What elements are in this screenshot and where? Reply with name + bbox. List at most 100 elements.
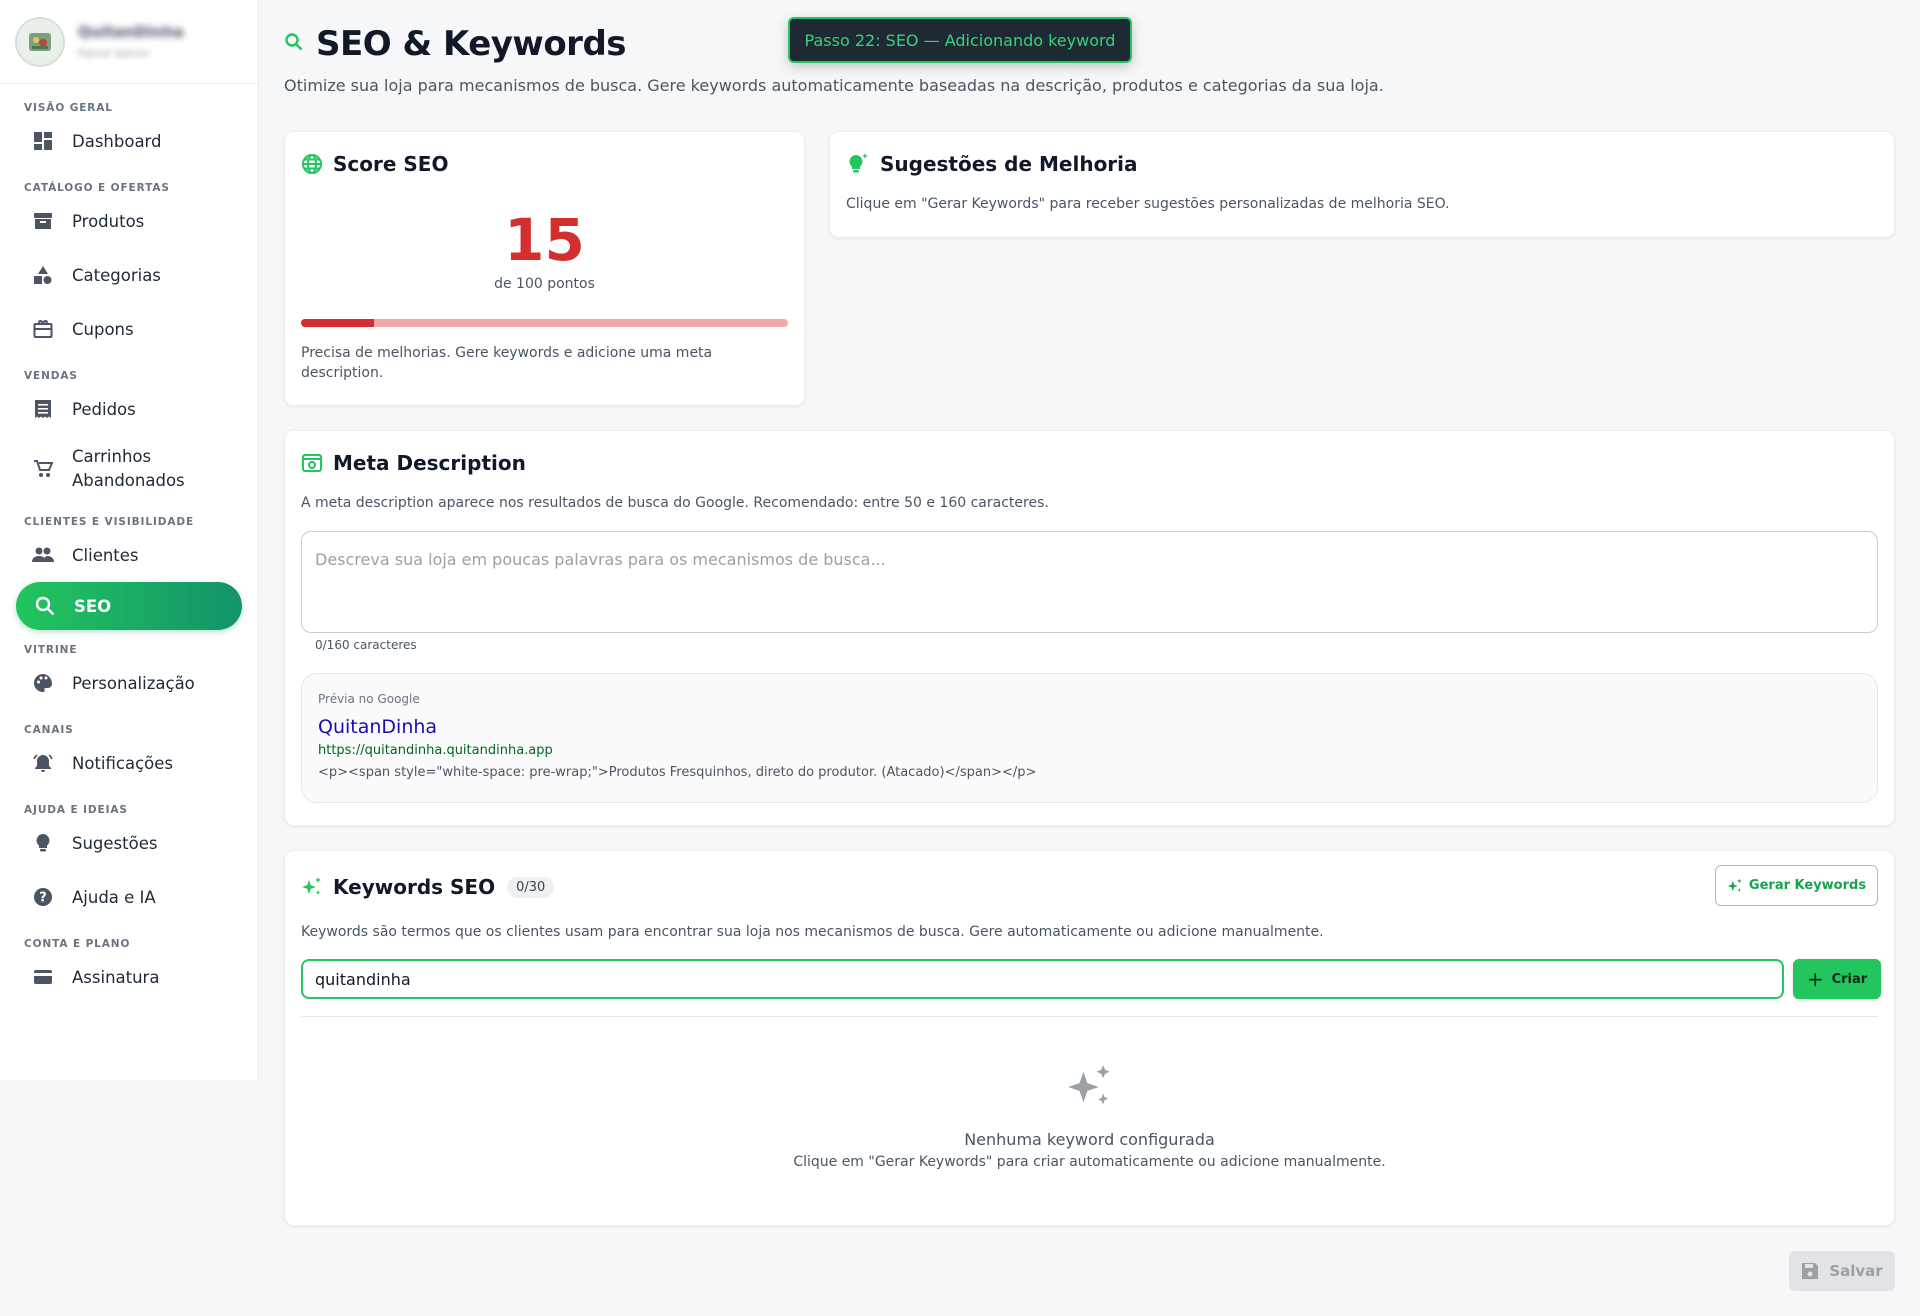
score-max-label: de 100 pontos xyxy=(494,276,595,292)
sidebar-item-ajuda[interactable]: ? Ajuda e IA xyxy=(0,870,258,924)
page-header: SEO & Keywords xyxy=(284,24,627,64)
meta-description-textarea[interactable]: Descreva sua loja em poucas palavras par… xyxy=(301,531,1878,633)
svg-text:?: ? xyxy=(39,891,47,906)
sidebar-item-carrinhos[interactable]: Carrinhos Abandonados xyxy=(0,436,258,502)
sidebar-item-label: Pedidos xyxy=(72,399,136,419)
search-icon xyxy=(284,32,304,56)
page-title: SEO & Keywords xyxy=(316,24,627,64)
sidebar-item-label: Clientes xyxy=(72,545,139,565)
sidebar-item-categorias[interactable]: Categorias xyxy=(0,248,258,302)
gift-card-icon xyxy=(32,318,54,340)
keyword-input[interactable]: quitandinha xyxy=(301,959,1784,999)
sparkles-icon xyxy=(1727,878,1743,894)
palette-icon xyxy=(32,672,54,694)
sidebar-item-label: Notificações xyxy=(72,753,173,773)
store-logo-icon xyxy=(15,16,65,67)
step-toast: Passo 22: SEO — Adicionando keyword xyxy=(788,17,1132,63)
people-icon xyxy=(32,544,54,566)
sidebar-item-label: Carrinhos xyxy=(72,447,152,466)
sidebar: QuitanDinha Painel Admin Visão Geral Das… xyxy=(0,0,259,1080)
section-label: Conta e Plano xyxy=(24,938,131,950)
bell-icon xyxy=(32,752,54,774)
sparkles-icon xyxy=(285,1063,1894,1111)
keywords-help: Keywords são termos que os clientes usam… xyxy=(301,924,1324,940)
store-name: QuitanDinha xyxy=(78,23,184,41)
meta-description-card: Meta Description A meta description apar… xyxy=(284,430,1895,826)
globe-icon xyxy=(301,153,323,175)
char-count: 0/160 caracteres xyxy=(315,638,417,652)
section-label: Vitrine xyxy=(24,644,78,656)
lightbulb-icon xyxy=(32,832,54,854)
sidebar-item-label: Sugestões xyxy=(72,833,158,853)
score-title: Score SEO xyxy=(333,152,449,176)
archive-icon xyxy=(32,210,54,232)
save-button[interactable]: Salvar xyxy=(1789,1251,1895,1291)
page-subtitle: Otimize sua loja para mecanismos de busc… xyxy=(284,76,1384,95)
sidebar-item-label: Ajuda e IA xyxy=(72,887,156,907)
credit-card-icon xyxy=(32,966,54,988)
sidebar-item-dashboard[interactable]: Dashboard xyxy=(0,114,258,168)
suggestions-card: Sugestões de Melhoria Clique em "Gerar K… xyxy=(829,131,1895,238)
meta-help: A meta description aparece nos resultado… xyxy=(301,495,1049,511)
empty-state-subtitle: Clique em "Gerar Keywords" para criar au… xyxy=(793,1154,1386,1170)
score-progress-fill xyxy=(301,319,375,327)
sidebar-item-produtos[interactable]: Produtos xyxy=(0,194,258,248)
sidebar-item-notificacoes[interactable]: Notificações xyxy=(0,736,258,790)
sidebar-item-clientes[interactable]: Clientes xyxy=(0,528,258,582)
sidebar-item-label: Assinatura xyxy=(72,967,160,987)
sidebar-item-personalizacao[interactable]: Personalização xyxy=(0,656,258,710)
plus-icon: + xyxy=(1806,967,1824,991)
section-label: Visão Geral xyxy=(24,102,113,114)
sidebar-item-pedidos[interactable]: Pedidos xyxy=(0,382,258,436)
sidebar-item-sugestoes[interactable]: Sugestões xyxy=(0,816,258,870)
web-preview-icon xyxy=(301,452,323,474)
sidebar-item-label: Categorias xyxy=(72,265,161,285)
preview-description: <p><span style="white-space: pre-wrap;">… xyxy=(318,765,1037,780)
store-subtitle: Painel Admin xyxy=(78,47,150,60)
divider xyxy=(301,1016,1878,1017)
score-value: 15 xyxy=(504,206,585,274)
preview-url: https://quitandinha.quitandinha.app xyxy=(318,743,553,758)
sidebar-item-label: Produtos xyxy=(72,211,145,231)
score-note: Precisa de melhorias. Gere keywords e ad… xyxy=(301,345,713,381)
keywords-card: Keywords SEO 0/30 Gerar Keywords Keyword… xyxy=(284,850,1895,1226)
create-keyword-button[interactable]: + Criar xyxy=(1793,959,1881,999)
keywords-count-badge: 0/30 xyxy=(507,876,555,898)
shapes-icon xyxy=(32,264,54,286)
search-icon xyxy=(34,595,56,617)
score-card: Score SEO 15 de 100 pontos Precisa de me… xyxy=(284,131,805,406)
meta-title: Meta Description xyxy=(333,451,526,475)
cart-icon xyxy=(32,458,54,480)
save-label: Salvar xyxy=(1829,1262,1883,1280)
user-profile[interactable]: QuitanDinha Painel Admin xyxy=(0,0,258,84)
score-progress-bar xyxy=(301,319,788,327)
preview-label: Prévia no Google xyxy=(318,692,420,706)
sidebar-item-label: Personalização xyxy=(72,673,195,693)
help-icon: ? xyxy=(32,886,54,908)
keywords-title: Keywords SEO xyxy=(333,875,496,899)
section-label: Ajuda e Ideias xyxy=(24,804,128,816)
sidebar-item-seo[interactable]: SEO xyxy=(16,582,242,630)
empty-state-title: Nenhuma keyword configurada xyxy=(964,1130,1215,1149)
sidebar-item-cupons[interactable]: Cupons xyxy=(0,302,258,356)
lightbulb-sparkle-icon xyxy=(846,152,870,176)
generate-keywords-label: Gerar Keywords xyxy=(1748,878,1867,893)
sidebar-item-label: SEO xyxy=(74,596,112,616)
sidebar-item-label: Abandonados xyxy=(72,471,185,490)
floppy-disk-icon xyxy=(1801,1262,1819,1280)
sidebar-item-label: Dashboard xyxy=(72,131,162,151)
preview-title: QuitanDinha xyxy=(318,716,438,738)
suggestions-text: Clique em "Gerar Keywords" para receber … xyxy=(846,196,1450,212)
sidebar-item-assinatura[interactable]: Assinatura xyxy=(0,950,258,1004)
create-keyword-label: Criar xyxy=(1831,971,1868,987)
section-label: Catálogo e Ofertas xyxy=(24,182,170,194)
sidebar-item-label: Cupons xyxy=(72,319,134,339)
receipt-icon xyxy=(32,398,54,420)
section-label: Canais xyxy=(24,724,74,736)
sparkles-icon xyxy=(301,876,323,898)
generate-keywords-button[interactable]: Gerar Keywords xyxy=(1715,865,1878,906)
section-label: Clientes e Visibilidade xyxy=(24,516,195,528)
google-preview: Prévia no Google QuitanDinha https://qui… xyxy=(301,673,1878,803)
dashboard-icon xyxy=(32,130,54,152)
suggestions-title: Sugestões de Melhoria xyxy=(880,152,1138,176)
